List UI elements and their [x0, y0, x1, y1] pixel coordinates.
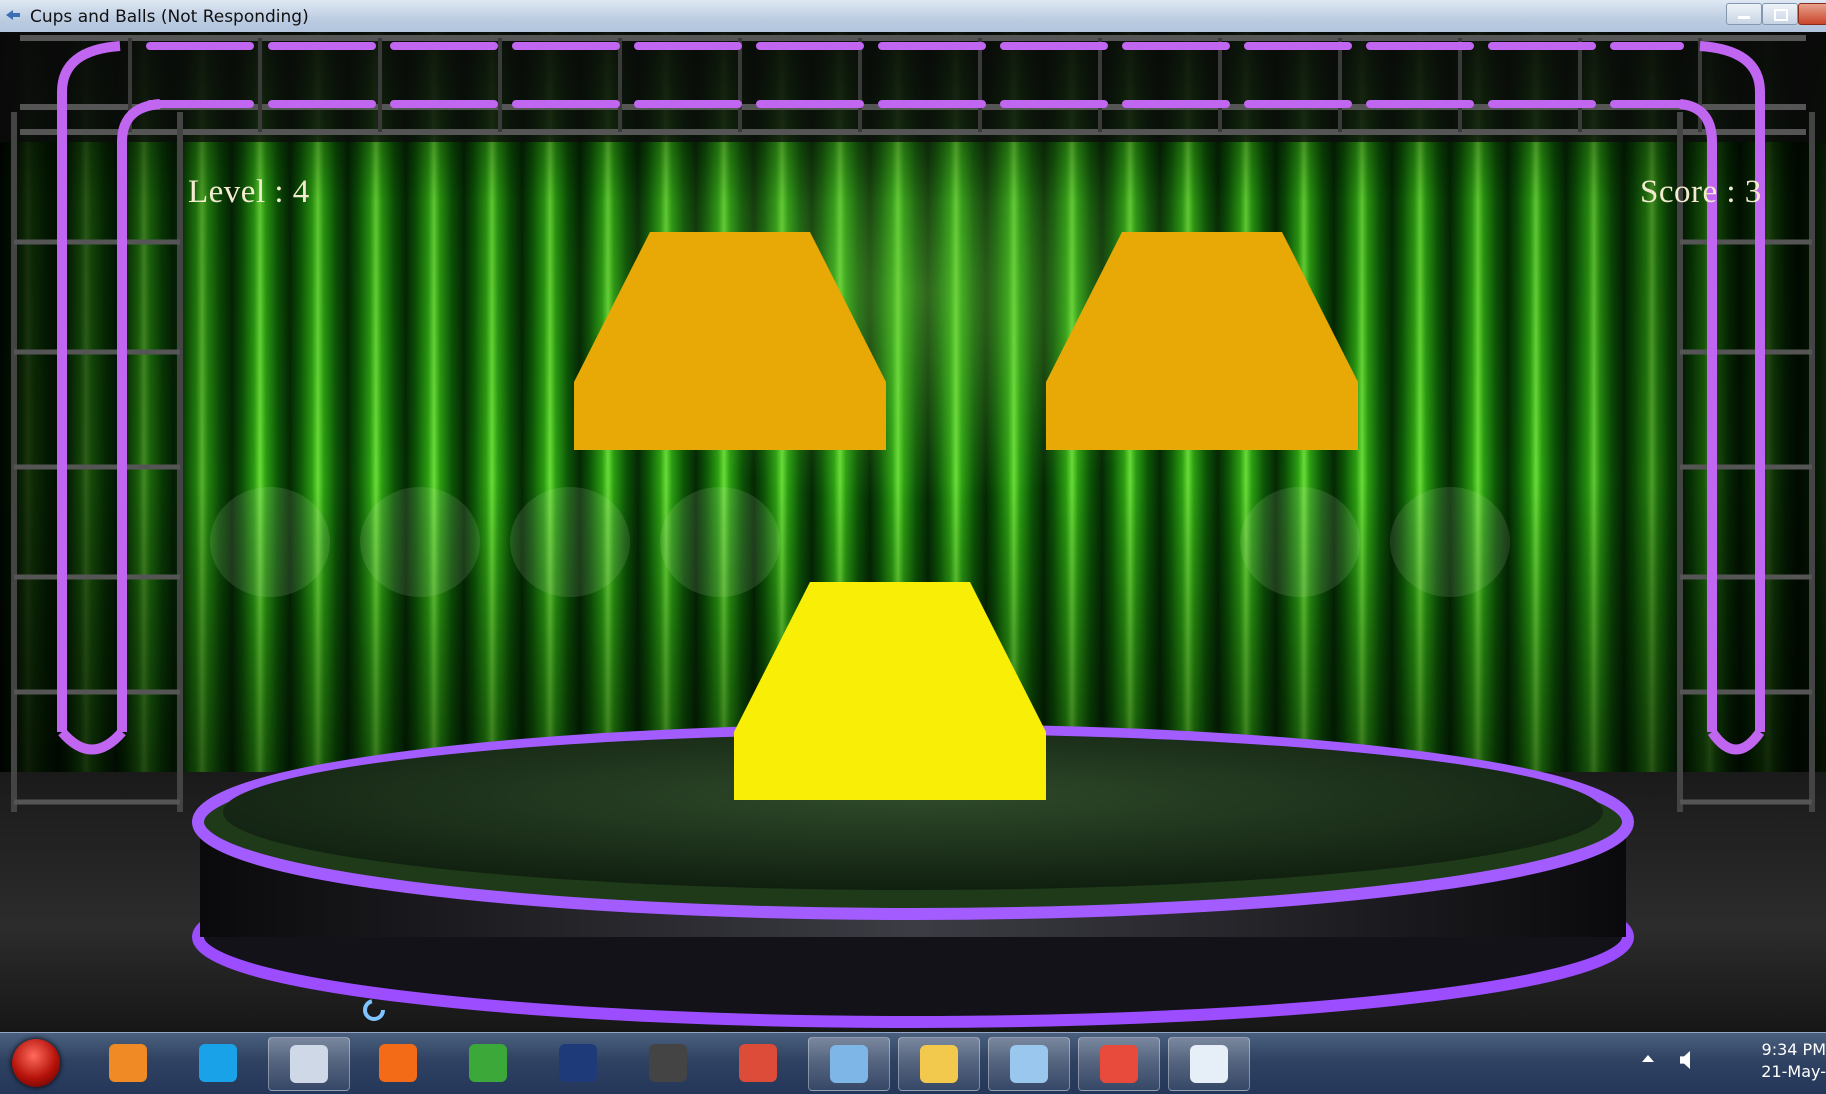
system-clock[interactable]: 9:34 PM 21-May- — [1716, 1039, 1826, 1083]
start-button[interactable] — [12, 1039, 60, 1087]
window-icon — [1190, 1045, 1228, 1083]
volume-icon[interactable] — [1680, 1051, 1690, 1069]
app-icon — [290, 1045, 328, 1083]
taskbar-item-firefox[interactable] — [358, 1037, 438, 1089]
taskbar-item-network[interactable] — [448, 1037, 528, 1089]
cup-top-right[interactable] — [1046, 232, 1358, 450]
taskbar-item-window[interactable] — [1168, 1037, 1250, 1091]
network-icon — [469, 1044, 507, 1082]
skype-icon — [199, 1044, 237, 1082]
notepad-icon — [830, 1045, 868, 1083]
taskbar-item-notepad[interactable] — [808, 1037, 890, 1091]
taskbar-item-app[interactable] — [268, 1037, 350, 1091]
taskbar-item-tiles[interactable] — [1078, 1037, 1160, 1091]
maximize-button[interactable] — [1762, 3, 1798, 25]
game-canvas[interactable]: Level : 4 Score : 3 — [0, 32, 1826, 1032]
chrome-icon — [739, 1044, 777, 1082]
busy-cursor-icon — [363, 999, 385, 1021]
paint-icon — [1010, 1045, 1048, 1083]
photoshop-icon — [559, 1044, 597, 1082]
app-icon — [6, 10, 20, 20]
taskbar: 9:34 PM 21-May- — [0, 1032, 1826, 1094]
firefox-icon — [379, 1044, 417, 1082]
show-hidden-icons-icon[interactable] — [1642, 1055, 1654, 1062]
taskbar-item-unity[interactable] — [628, 1037, 708, 1089]
taskbar-item-explorer[interactable] — [898, 1037, 980, 1091]
clock-time: 9:34 PM — [1761, 1040, 1826, 1059]
close-button[interactable] — [1798, 3, 1826, 25]
clock-date: 21-May- — [1761, 1062, 1826, 1081]
cup-top-left[interactable] — [574, 232, 886, 450]
taskbar-item-photoshop[interactable] — [538, 1037, 618, 1089]
tiles-icon — [1100, 1045, 1138, 1083]
score-label: Score : 3 — [1640, 174, 1762, 210]
window-title-bar[interactable]: Cups and Balls (Not Responding) — [0, 0, 1826, 33]
window-title: Cups and Balls (Not Responding) — [30, 7, 309, 27]
media-player-icon — [109, 1044, 147, 1082]
taskbar-item-media-player[interactable] — [88, 1037, 168, 1089]
taskbar-item-skype[interactable] — [178, 1037, 258, 1089]
taskbar-item-paint[interactable] — [988, 1037, 1070, 1091]
explorer-icon — [920, 1045, 958, 1083]
taskbar-item-chrome[interactable] — [718, 1037, 798, 1089]
unity-icon — [649, 1044, 687, 1082]
minimize-button[interactable] — [1726, 3, 1762, 25]
cup-bottom-center[interactable] — [734, 582, 1046, 800]
level-label: Level : 4 — [188, 174, 310, 210]
